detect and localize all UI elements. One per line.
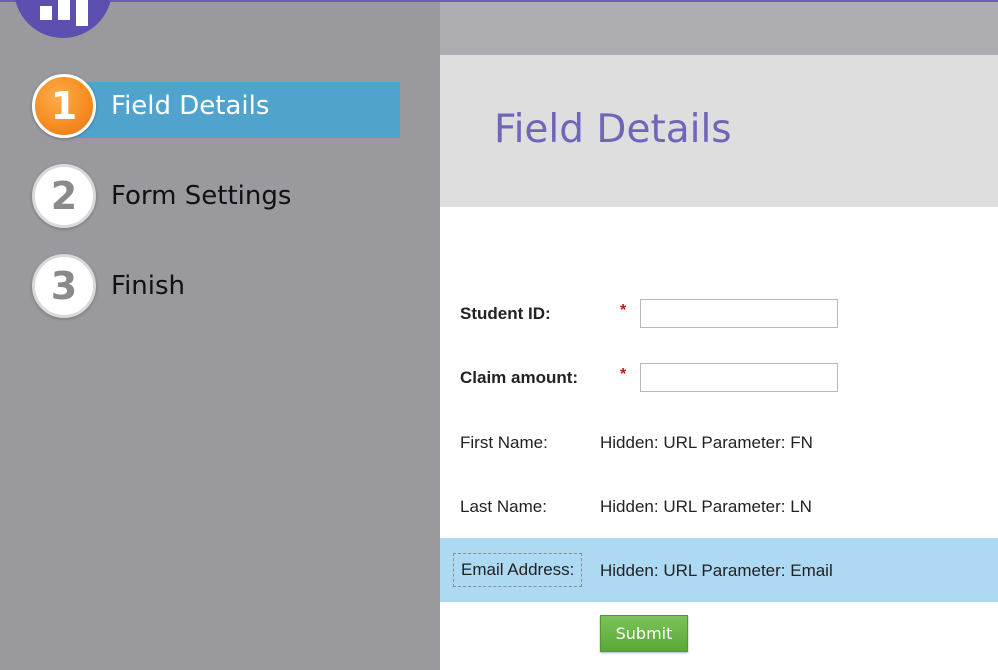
form-fields-panel: Student ID: * Claim amount: * First Name… bbox=[440, 207, 998, 670]
form-row-email-address[interactable]: Email Address: Hidden: URL Parameter: Em… bbox=[440, 538, 998, 602]
step-field-details[interactable]: 1 Field Details bbox=[32, 74, 400, 138]
submit-button[interactable]: Submit bbox=[600, 615, 688, 652]
step-number-badge: 2 bbox=[32, 164, 96, 228]
wizard-sidebar: 1 Field Details 2 Form Settings 3 Finish bbox=[0, 0, 440, 670]
required-marker: * bbox=[620, 366, 627, 383]
required-marker: * bbox=[620, 302, 627, 319]
field-label: First Name: bbox=[460, 433, 548, 452]
form-row-student-id: Student ID: * bbox=[440, 281, 998, 345]
step-number-badge: 1 bbox=[32, 74, 96, 138]
step-label: Form Settings bbox=[111, 181, 292, 211]
step-finish[interactable]: 3 Finish bbox=[32, 254, 400, 318]
step-label: Finish bbox=[111, 271, 186, 301]
form-row-first-name[interactable]: First Name: Hidden: URL Parameter: FN bbox=[440, 410, 998, 474]
step-label: Field Details bbox=[111, 91, 270, 121]
student-id-input[interactable] bbox=[640, 299, 838, 328]
hidden-field-value: Hidden: URL Parameter: FN bbox=[600, 433, 813, 452]
page-title: Field Details bbox=[494, 107, 732, 152]
app-logo bbox=[14, 0, 112, 38]
claim-amount-input[interactable] bbox=[640, 363, 838, 392]
step-form-settings[interactable]: 2 Form Settings bbox=[32, 164, 400, 228]
hidden-field-value: Hidden: URL Parameter: LN bbox=[600, 497, 812, 516]
page-header: Field Details bbox=[440, 55, 998, 207]
form-row-claim-amount: Claim amount: * bbox=[440, 345, 998, 409]
main-top-strip bbox=[440, 2, 998, 55]
form-row-last-name[interactable]: Last Name: Hidden: URL Parameter: LN bbox=[440, 474, 998, 538]
field-label: Student ID: bbox=[460, 304, 551, 323]
field-label: Claim amount: bbox=[460, 368, 579, 387]
hidden-field-value: Hidden: URL Parameter: Email bbox=[600, 561, 833, 580]
step-number-badge: 3 bbox=[32, 254, 96, 318]
field-label: Email Address: bbox=[453, 553, 583, 587]
field-label: Last Name: bbox=[460, 497, 547, 516]
